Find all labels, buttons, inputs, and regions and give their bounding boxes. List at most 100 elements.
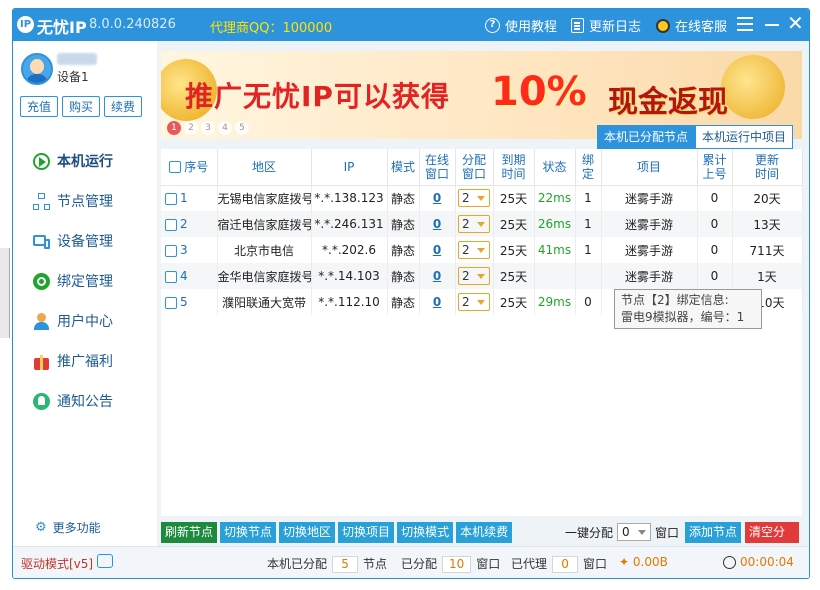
- changelog-button[interactable]: 更新日志: [571, 16, 641, 35]
- row-status: 26ms: [534, 211, 576, 237]
- online-window-link[interactable]: 0: [433, 295, 441, 309]
- sidebar-item-node-manage[interactable]: 节点管理: [33, 191, 113, 211]
- online-window-link[interactable]: 0: [433, 191, 441, 205]
- carousel-dots: 1 2 3 4 5: [167, 121, 249, 135]
- one-key-select[interactable]: 0: [617, 523, 652, 541]
- row-status: [534, 263, 576, 289]
- switch-project-button[interactable]: 切换项目: [338, 521, 395, 543]
- row-checkbox[interactable]: [165, 244, 177, 257]
- row-expire: 25天: [493, 185, 535, 211]
- switch-icon[interactable]: [97, 554, 113, 568]
- close-icon[interactable]: ✕: [787, 13, 804, 33]
- online-window-link[interactable]: 0: [433, 269, 441, 283]
- app-version: 8.0.0.240826: [89, 17, 176, 32]
- clear-assign-button[interactable]: 清空分配: [745, 521, 799, 560]
- row-online: 0: [419, 263, 456, 289]
- sidebar-item-user-center[interactable]: 用户中心: [33, 311, 113, 331]
- carousel-dot[interactable]: 4: [218, 121, 232, 135]
- row-expire: 25天: [493, 289, 535, 315]
- table-row[interactable]: 2 宿迁电信家庭拨号 *.*.246.131 静态 0 2 25天 26ms 1 迷雾手游 0 13天: [161, 211, 803, 237]
- more-features-label: 更多功能: [52, 521, 101, 535]
- tutorial-button[interactable]: ? 使用教程: [485, 16, 557, 35]
- tab-assigned-nodes[interactable]: 本机已分配节点: [597, 125, 696, 149]
- carousel-dot[interactable]: 3: [201, 121, 215, 135]
- changelog-label: 更新日志: [589, 20, 642, 35]
- table-row[interactable]: 4 金华电信家庭拨号 *.*.14.103 静态 0 2 25天 迷雾手游 0 1天: [161, 263, 803, 289]
- assign-window-select[interactable]: 2: [458, 215, 490, 233]
- buy-button[interactable]: 购买: [62, 96, 101, 117]
- sidebar-item-label: 推广福利: [57, 354, 113, 370]
- row-project: 迷雾手游: [601, 185, 698, 211]
- online-window-link[interactable]: 0: [433, 217, 441, 231]
- col-expire: 到期 时间: [493, 149, 535, 186]
- sidebar-item-local-run[interactable]: 本机运行: [33, 151, 113, 171]
- row-cumulative: 0: [697, 211, 733, 237]
- row-update: 1天: [732, 263, 803, 289]
- row-index: 4: [161, 263, 218, 289]
- one-key-label: 一键分配: [565, 525, 614, 540]
- banner-percent: 10%: [491, 69, 587, 115]
- blurred-username: [57, 53, 97, 65]
- sidebar-item-device-manage[interactable]: 设备管理: [33, 231, 113, 251]
- local-renew-button[interactable]: 本机续费: [456, 521, 513, 543]
- refresh-nodes-button[interactable]: 刷新节点: [161, 521, 218, 543]
- col-assign-window: 分配 窗口: [455, 149, 494, 186]
- add-node-button[interactable]: 添加节点: [685, 521, 742, 543]
- row-ip: *.*.138.123: [311, 185, 388, 211]
- row-project: 迷雾手游: [601, 211, 698, 237]
- row-status: 22ms: [534, 185, 576, 211]
- switch-mode-button[interactable]: 切换模式: [397, 521, 454, 543]
- driver-mode[interactable]: 驱动模式[v5]: [21, 555, 93, 572]
- sidebar-item-label: 通知公告: [57, 394, 113, 410]
- tab-running-projects[interactable]: 本机运行中项目: [695, 125, 794, 149]
- col-status: 状态: [534, 149, 576, 186]
- recharge-button[interactable]: 充值: [20, 96, 59, 117]
- row-checkbox[interactable]: [165, 296, 177, 309]
- row-bind: 1: [575, 211, 602, 237]
- row-region: 金华电信家庭拨号: [217, 263, 312, 289]
- sidebar-item-notice[interactable]: 通知公告: [33, 391, 113, 411]
- row-expire: 25天: [493, 263, 535, 289]
- switch-region-button[interactable]: 切换地区: [279, 521, 336, 543]
- carousel-dot[interactable]: 2: [184, 121, 198, 135]
- col-update: 更新 时间: [732, 149, 803, 186]
- bell-icon: [33, 392, 50, 410]
- menu-icon[interactable]: [737, 17, 753, 31]
- avatar[interactable]: [21, 53, 53, 85]
- sidebar-item-promotion[interactable]: 推广福利: [33, 351, 113, 371]
- more-features-button[interactable]: ⚙ 更多功能: [35, 519, 101, 536]
- status-bar: 驱动模式[v5] 本机已分配 5 节点 已分配 10 窗口 已代理 0 窗口 ✦ 0.00B…: [13, 546, 809, 578]
- col-region: 地区: [217, 149, 312, 186]
- local-assigned-stat: 本机已分配 5 节点: [267, 556, 388, 573]
- agent-info: 代理商QQ：100000: [210, 21, 333, 36]
- banner-cash: 现金返现: [608, 85, 728, 120]
- select-all-checkbox[interactable]: [169, 161, 182, 174]
- minimize-icon[interactable]: [765, 24, 779, 26]
- switch-node-button[interactable]: 切换节点: [220, 521, 277, 543]
- table-row[interactable]: 1 无锡电信家庭拨号 *.*.138.123 静态 0 2 25天 22ms 1 迷雾手游 0 20天: [161, 185, 803, 211]
- allocated-count: 10: [442, 556, 472, 573]
- row-region: 无锡电信家庭拨号: [217, 185, 312, 211]
- headset-icon: [656, 18, 670, 33]
- row-checkbox[interactable]: [165, 218, 177, 231]
- assign-window-select[interactable]: 2: [458, 293, 490, 311]
- table-row[interactable]: 3 北京市电信 *.*.202.6 静态 0 2 25天 41ms 1 迷雾手游 0 711天: [161, 237, 803, 263]
- carousel-dot[interactable]: 5: [235, 121, 249, 135]
- renew-button[interactable]: 续费: [104, 96, 143, 117]
- row-project: 迷雾手游: [601, 263, 698, 289]
- run-timer: 00:00:04: [723, 555, 794, 569]
- row-region: 北京市电信: [217, 237, 312, 263]
- assign-window-select[interactable]: 2: [458, 241, 490, 259]
- assign-window-select[interactable]: 2: [458, 189, 490, 208]
- assign-window-select[interactable]: 2: [458, 267, 490, 285]
- view-tabs: 本机已分配节点 本机运行中项目: [597, 125, 794, 149]
- carousel-dot[interactable]: 1: [167, 121, 181, 135]
- sidebar-item-bind-manage[interactable]: 绑定管理: [33, 271, 113, 291]
- row-checkbox[interactable]: [165, 270, 177, 283]
- online-window-link[interactable]: 0: [433, 243, 441, 257]
- row-update: 13天: [732, 211, 803, 237]
- row-checkbox[interactable]: [165, 192, 177, 205]
- tooltip-line: 雷电9模拟器，编号：1: [621, 310, 745, 324]
- support-button[interactable]: 在线客服: [656, 16, 727, 35]
- document-icon: [571, 18, 584, 33]
